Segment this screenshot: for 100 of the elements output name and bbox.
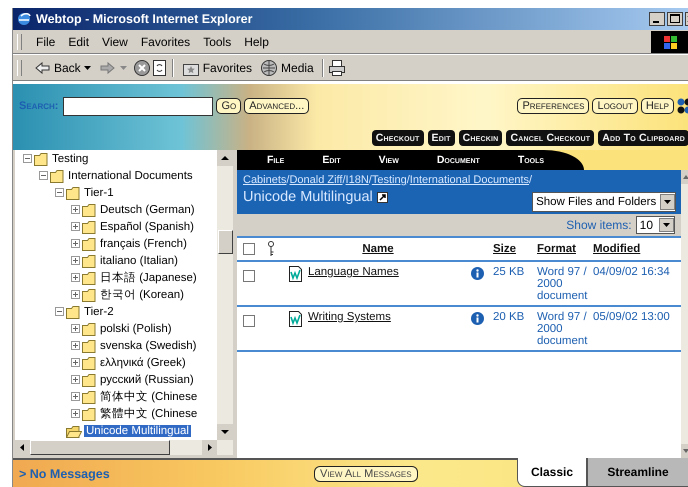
folder-tree-item[interactable]: Deutsch (German) (98, 204, 197, 216)
show-items-dropdown[interactable]: 10 (636, 216, 675, 234)
menu-item[interactable]: Document (436, 154, 480, 166)
breadcrumb-separator: / (342, 174, 346, 186)
folder-tree-item[interactable]: русский (Russian) (98, 374, 196, 386)
file-format: Word 97 / 2000 document (537, 266, 589, 302)
scroll-left-icon[interactable] (15, 440, 30, 455)
scroll-thumb[interactable] (218, 230, 232, 254)
folder-tree-item[interactable]: Unicode Multilingual (84, 424, 191, 436)
scroll-down-icon[interactable] (217, 424, 233, 440)
collapse-box-icon[interactable] (55, 188, 64, 197)
menu-item[interactable]: Favorites (134, 33, 196, 51)
expand-box-icon[interactable] (71, 239, 80, 248)
advanced-search-button[interactable]: Advanced... (244, 98, 310, 114)
search-field[interactable] (63, 96, 214, 116)
action-button[interactable]: Checkin (458, 130, 502, 146)
folder-tree-item[interactable]: International Documents (66, 170, 195, 182)
expand-box-icon[interactable] (71, 273, 80, 282)
folder-tree-item[interactable]: italiano (Italian) (98, 254, 180, 266)
header-link-button[interactable]: Logout (592, 98, 638, 114)
expand-box-icon[interactable] (71, 290, 80, 299)
go-button[interactable]: Go (216, 98, 242, 114)
breadcrumb-link[interactable]: Testing (372, 174, 407, 186)
modified-date: 05/09/02 13:00 (593, 311, 671, 323)
collapse-box-icon[interactable] (55, 307, 64, 316)
dropdown-caret-icon[interactable] (84, 66, 91, 70)
breadcrumb-link[interactable]: Cabinets (243, 174, 286, 186)
folder-tree-item[interactable]: svenska (Swedish) (98, 340, 199, 352)
scroll-up-icon[interactable] (217, 150, 233, 166)
expand-box-icon[interactable] (71, 205, 80, 214)
document-link[interactable]: Language Names (308, 266, 399, 278)
action-button[interactable]: Checkout (372, 130, 424, 146)
view-all-messages-button[interactable]: View All Messages (314, 466, 418, 482)
menu-item[interactable]: View (378, 154, 399, 166)
menu-item[interactable]: View (96, 33, 134, 51)
document-link[interactable]: Writing Systems (308, 311, 391, 323)
menu-item[interactable]: Help (238, 33, 275, 51)
header-link-button[interactable]: Help (640, 98, 674, 114)
expand-box-icon[interactable] (71, 358, 80, 367)
vertical-scrollbar[interactable] (217, 150, 233, 440)
menu-item[interactable]: Edit (322, 154, 341, 166)
column-header[interactable]: Name (289, 243, 467, 255)
breadcrumb-link[interactable]: International Documents (410, 174, 530, 186)
view-tab[interactable]: Streamline (587, 458, 688, 487)
folder-tree-item[interactable]: français (French) (98, 238, 189, 250)
collapse-box-icon[interactable] (39, 171, 48, 180)
expand-box-icon[interactable] (71, 375, 80, 384)
collapse-box-icon[interactable] (23, 154, 32, 163)
column-header[interactable]: Format (537, 243, 589, 255)
info-icon[interactable] (471, 267, 484, 280)
breadcrumb-link[interactable]: Donald Ziff (289, 174, 342, 186)
menu-item[interactable]: Edit (62, 33, 96, 51)
info-icon[interactable] (471, 312, 484, 325)
view-filter-dropdown[interactable]: Show Files and Folders (532, 192, 676, 212)
view-tab[interactable]: Classic (517, 458, 587, 487)
back-button[interactable]: Back (30, 58, 95, 78)
expand-box-icon[interactable] (71, 324, 80, 333)
action-button[interactable]: Add To Clipboard (598, 130, 688, 146)
media-button[interactable]: Media (256, 57, 318, 79)
folder-tree-item[interactable]: Español (Spanish) (98, 220, 196, 232)
action-button[interactable]: Cancel Checkout (506, 130, 594, 146)
folder-tree-item[interactable]: 繁體中文 (Chinese (98, 406, 200, 421)
column-header[interactable]: Size (493, 243, 533, 255)
folder-tree-item[interactable]: 한국어 (Korean) (98, 287, 186, 302)
scroll-thumb[interactable] (30, 440, 170, 455)
folder-tree-item[interactable]: Testing (50, 152, 90, 164)
folder-tree-item[interactable]: 简体中文 (Chinese (98, 389, 200, 404)
expand-box-icon[interactable] (71, 409, 80, 418)
minimize-icon[interactable] (649, 12, 665, 26)
folder-tree-item[interactable]: Tier-2 (82, 306, 116, 318)
scroll-right-icon[interactable] (202, 440, 217, 455)
header-link-button[interactable]: Preferences (517, 98, 590, 114)
menu-item[interactable]: Tools (197, 33, 238, 51)
favorites-button[interactable]: Favorites (178, 58, 256, 78)
expand-box-icon[interactable] (71, 256, 80, 265)
expand-box-icon[interactable] (71, 392, 80, 401)
forward-arrow-icon[interactable] (98, 60, 116, 76)
shortcut-arrow-icon[interactable] (376, 192, 388, 202)
horizontal-scrollbar[interactable] (15, 440, 233, 455)
breadcrumb-link[interactable]: I18N (346, 174, 369, 186)
column-header[interactable]: Modified (593, 243, 681, 255)
action-button[interactable]: Edit (428, 130, 455, 146)
checkbox[interactable] (243, 243, 255, 255)
expand-box-icon[interactable] (71, 222, 80, 231)
folder-tree-item[interactable]: ελληνικά (Greek) (98, 356, 188, 368)
checkbox[interactable] (243, 270, 255, 282)
menu-item[interactable]: File (30, 33, 62, 51)
checkbox[interactable] (243, 315, 255, 327)
printer-icon[interactable] (328, 59, 346, 77)
stop-icon[interactable] (132, 59, 151, 77)
folder-tree-item[interactable]: Tier-1 (82, 186, 116, 198)
folder-tree-item[interactable]: polski (Polish) (98, 322, 174, 334)
menu-item[interactable]: Tools (518, 154, 544, 166)
refresh-icon[interactable] (150, 59, 168, 77)
folder-tree-item[interactable]: 日本語 (Japanese) (98, 270, 199, 285)
menu-item[interactable]: File (267, 154, 284, 166)
breadcrumb-separator: / (406, 174, 410, 186)
window-title: Webtop - Microsoft Internet Explorer (36, 12, 254, 26)
maximize-icon[interactable] (667, 12, 683, 26)
expand-box-icon[interactable] (71, 341, 80, 350)
